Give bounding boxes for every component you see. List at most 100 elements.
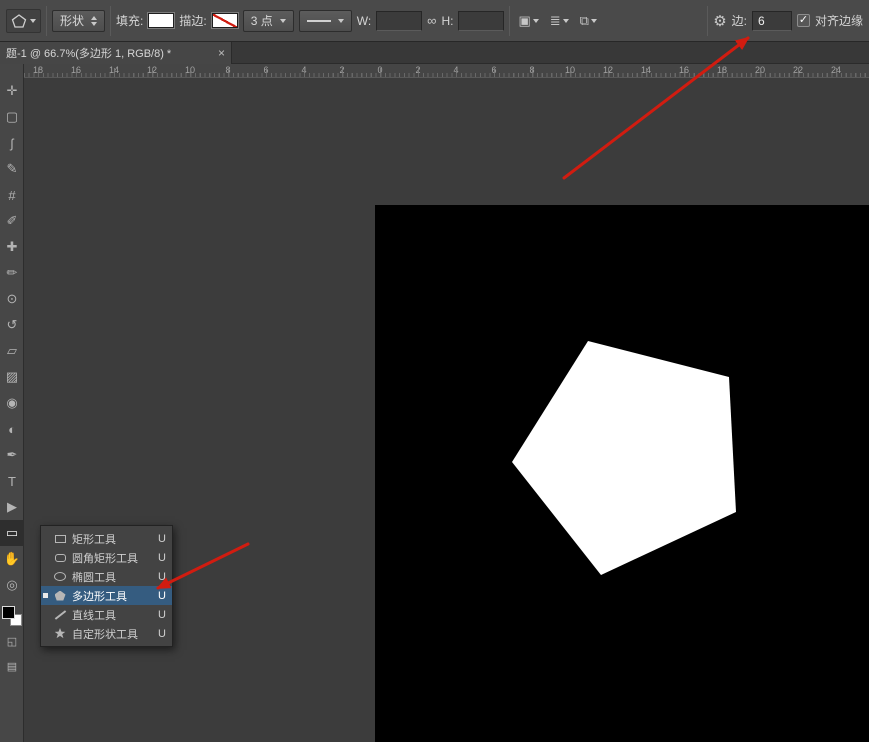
chevron-down-icon <box>591 19 597 23</box>
eyedropper-tool[interactable]: ✐ <box>0 208 24 234</box>
polygon-tool-item[interactable]: 多边形工具U <box>41 586 172 605</box>
chevron-down-icon <box>563 19 569 23</box>
ruler-tick <box>38 68 39 77</box>
chevron-down-icon <box>30 19 36 23</box>
ruler-tick <box>342 68 343 77</box>
tab-close-icon[interactable]: × <box>218 46 225 60</box>
ruler-tick <box>646 68 647 77</box>
lasso-tool[interactable]: ʃ <box>0 130 24 156</box>
shape-tools-flyout: 矩形工具U 圆角矩形工具 U 椭圆工具U多边形工具U直线工具U 自定形状工具 U <box>40 525 173 647</box>
foreground-color-swatch[interactable] <box>2 606 15 619</box>
tool-mode-dropdown[interactable]: 形状 <box>52 10 105 32</box>
pen-tool[interactable]: ✒ <box>0 442 24 468</box>
stroke-label: 描边: <box>179 12 206 29</box>
path-alignment-icon: ≣ <box>550 13 561 29</box>
document-tab[interactable]: 题-1 @ 66.7%(多边形 1, RGB/8) * × <box>0 42 232 64</box>
path-operations-button[interactable]: ▣ <box>515 10 541 32</box>
path-alignment-button[interactable]: ≣ <box>547 10 572 32</box>
document-tab-bar: 题-1 @ 66.7%(多边形 1, RGB/8) * × <box>0 42 869 64</box>
quick-selection-tool[interactable]: ✎ <box>0 156 24 182</box>
path-operations-icon: ▣ <box>518 13 530 29</box>
brush-tool[interactable]: ✏ <box>0 260 24 286</box>
gear-icon[interactable]: ⚙ <box>713 12 726 30</box>
active-tool-marker <box>43 593 48 598</box>
ruler-tick <box>152 68 153 77</box>
healing-brush-tool[interactable]: ✚ <box>0 234 24 260</box>
flyout-item-label: 直线工具 <box>72 607 153 623</box>
rounded-shape-icon <box>53 554 67 562</box>
divider <box>707 6 708 36</box>
sides-input[interactable] <box>752 11 792 31</box>
flyout-item-shortcut: U <box>158 628 166 640</box>
ruler-tick <box>798 68 799 77</box>
sides-label: 边: <box>732 12 747 29</box>
polygon-shape-icon <box>53 591 67 601</box>
history-brush-tool[interactable]: ↺ <box>0 312 24 338</box>
marker-placeholder <box>43 631 48 636</box>
align-edges-checkbox[interactable]: ✓ <box>797 14 810 27</box>
link-dimensions-icon[interactable]: ∞ <box>427 13 436 28</box>
rectangle-tool-item[interactable]: 矩形工具U <box>41 529 172 548</box>
path-selection-tool[interactable]: ▶ <box>0 494 24 520</box>
shape-tool[interactable]: ▭ <box>0 520 24 546</box>
tool-mode-value: 形状 <box>60 12 84 29</box>
fill-color-swatch[interactable] <box>148 13 174 28</box>
ruler-tick <box>304 68 305 77</box>
stroke-color-swatch[interactable] <box>212 13 238 28</box>
marker-placeholder <box>43 536 48 541</box>
tool-preset-picker[interactable] <box>6 9 41 33</box>
flyout-item-list: 矩形工具U 圆角矩形工具 U 椭圆工具U多边形工具U直线工具U 自定形状工具 U <box>41 529 172 643</box>
height-input[interactable] <box>458 11 504 31</box>
tool-list: ✛▢ʃ✎#✐✚✏⊙↺▱▨◉◐✒T▶▭✋◎ <box>0 78 23 598</box>
ruler-tick <box>266 68 267 77</box>
quick-mask-button[interactable]: ◱ <box>0 631 24 651</box>
ruler-tick <box>722 68 723 77</box>
path-arrange-button[interactable]: ⧉ <box>577 10 600 32</box>
color-swatches[interactable] <box>2 606 22 626</box>
ruler-tick <box>380 68 381 77</box>
line-shape-icon <box>53 614 67 616</box>
ruler-tick <box>418 68 419 77</box>
crop-tool[interactable]: # <box>0 182 24 208</box>
screen-mode-button[interactable]: ▤ <box>0 656 24 676</box>
align-edges-label: 对齐边缘 <box>815 12 863 29</box>
hand-tool[interactable]: ✋ <box>0 546 24 572</box>
height-label: H: <box>441 14 453 28</box>
flyout-item-label: 自定形状工具 <box>72 626 153 642</box>
path-arrange-icon: ⧉ <box>580 13 589 29</box>
type-tool[interactable]: T <box>0 468 24 494</box>
divider <box>46 6 47 36</box>
updown-arrows-icon <box>91 16 97 26</box>
horizontal-ruler[interactable]: 18161412108642024681012141618202224 <box>24 64 869 78</box>
flyout-item-label: 圆角矩形工具 <box>72 550 153 566</box>
dodge-tool[interactable]: ◐ <box>0 416 24 442</box>
rounded-rectangle-tool-item[interactable]: 圆角矩形工具 U <box>41 548 172 567</box>
flyout-item-label: 多边形工具 <box>72 588 153 604</box>
clone-stamp-tool[interactable]: ⊙ <box>0 286 24 312</box>
ruler-tick <box>76 68 77 77</box>
document-canvas[interactable] <box>375 205 869 742</box>
move-tool[interactable]: ✛ <box>0 78 24 104</box>
stroke-type-dropdown[interactable] <box>299 10 352 32</box>
document-tab-title: 题-1 @ 66.7%(多边形 1, RGB/8) * <box>6 45 212 61</box>
photoshop-window: 形状 填充: 描边: 3 点 W: ∞ H: ▣ ≣ ⧉ <box>0 0 869 742</box>
marquee-tool[interactable]: ▢ <box>0 104 24 130</box>
options-bar: 形状 填充: 描边: 3 点 W: ∞ H: ▣ ≣ ⧉ <box>0 0 869 42</box>
chevron-down-icon <box>280 19 286 23</box>
marker-placeholder <box>43 574 48 579</box>
zoom-tool[interactable]: ◎ <box>0 572 24 598</box>
pentagon-shape[interactable] <box>512 341 736 575</box>
blur-tool[interactable]: ◉ <box>0 390 24 416</box>
rect-shape-icon <box>53 535 67 543</box>
ruler-tick <box>228 68 229 77</box>
stroke-width-dropdown[interactable]: 3 点 <box>243 10 294 32</box>
canvas-artwork <box>375 205 869 742</box>
line-tool-item[interactable]: 直线工具U <box>41 605 172 624</box>
gradient-tool[interactable]: ▨ <box>0 364 24 390</box>
custom-shape-tool-item[interactable]: 自定形状工具 U <box>41 624 172 643</box>
width-input[interactable] <box>376 11 422 31</box>
divider <box>110 6 111 36</box>
flyout-item-shortcut: U <box>158 552 166 564</box>
eraser-tool[interactable]: ▱ <box>0 338 24 364</box>
ellipse-tool-item[interactable]: 椭圆工具U <box>41 567 172 586</box>
